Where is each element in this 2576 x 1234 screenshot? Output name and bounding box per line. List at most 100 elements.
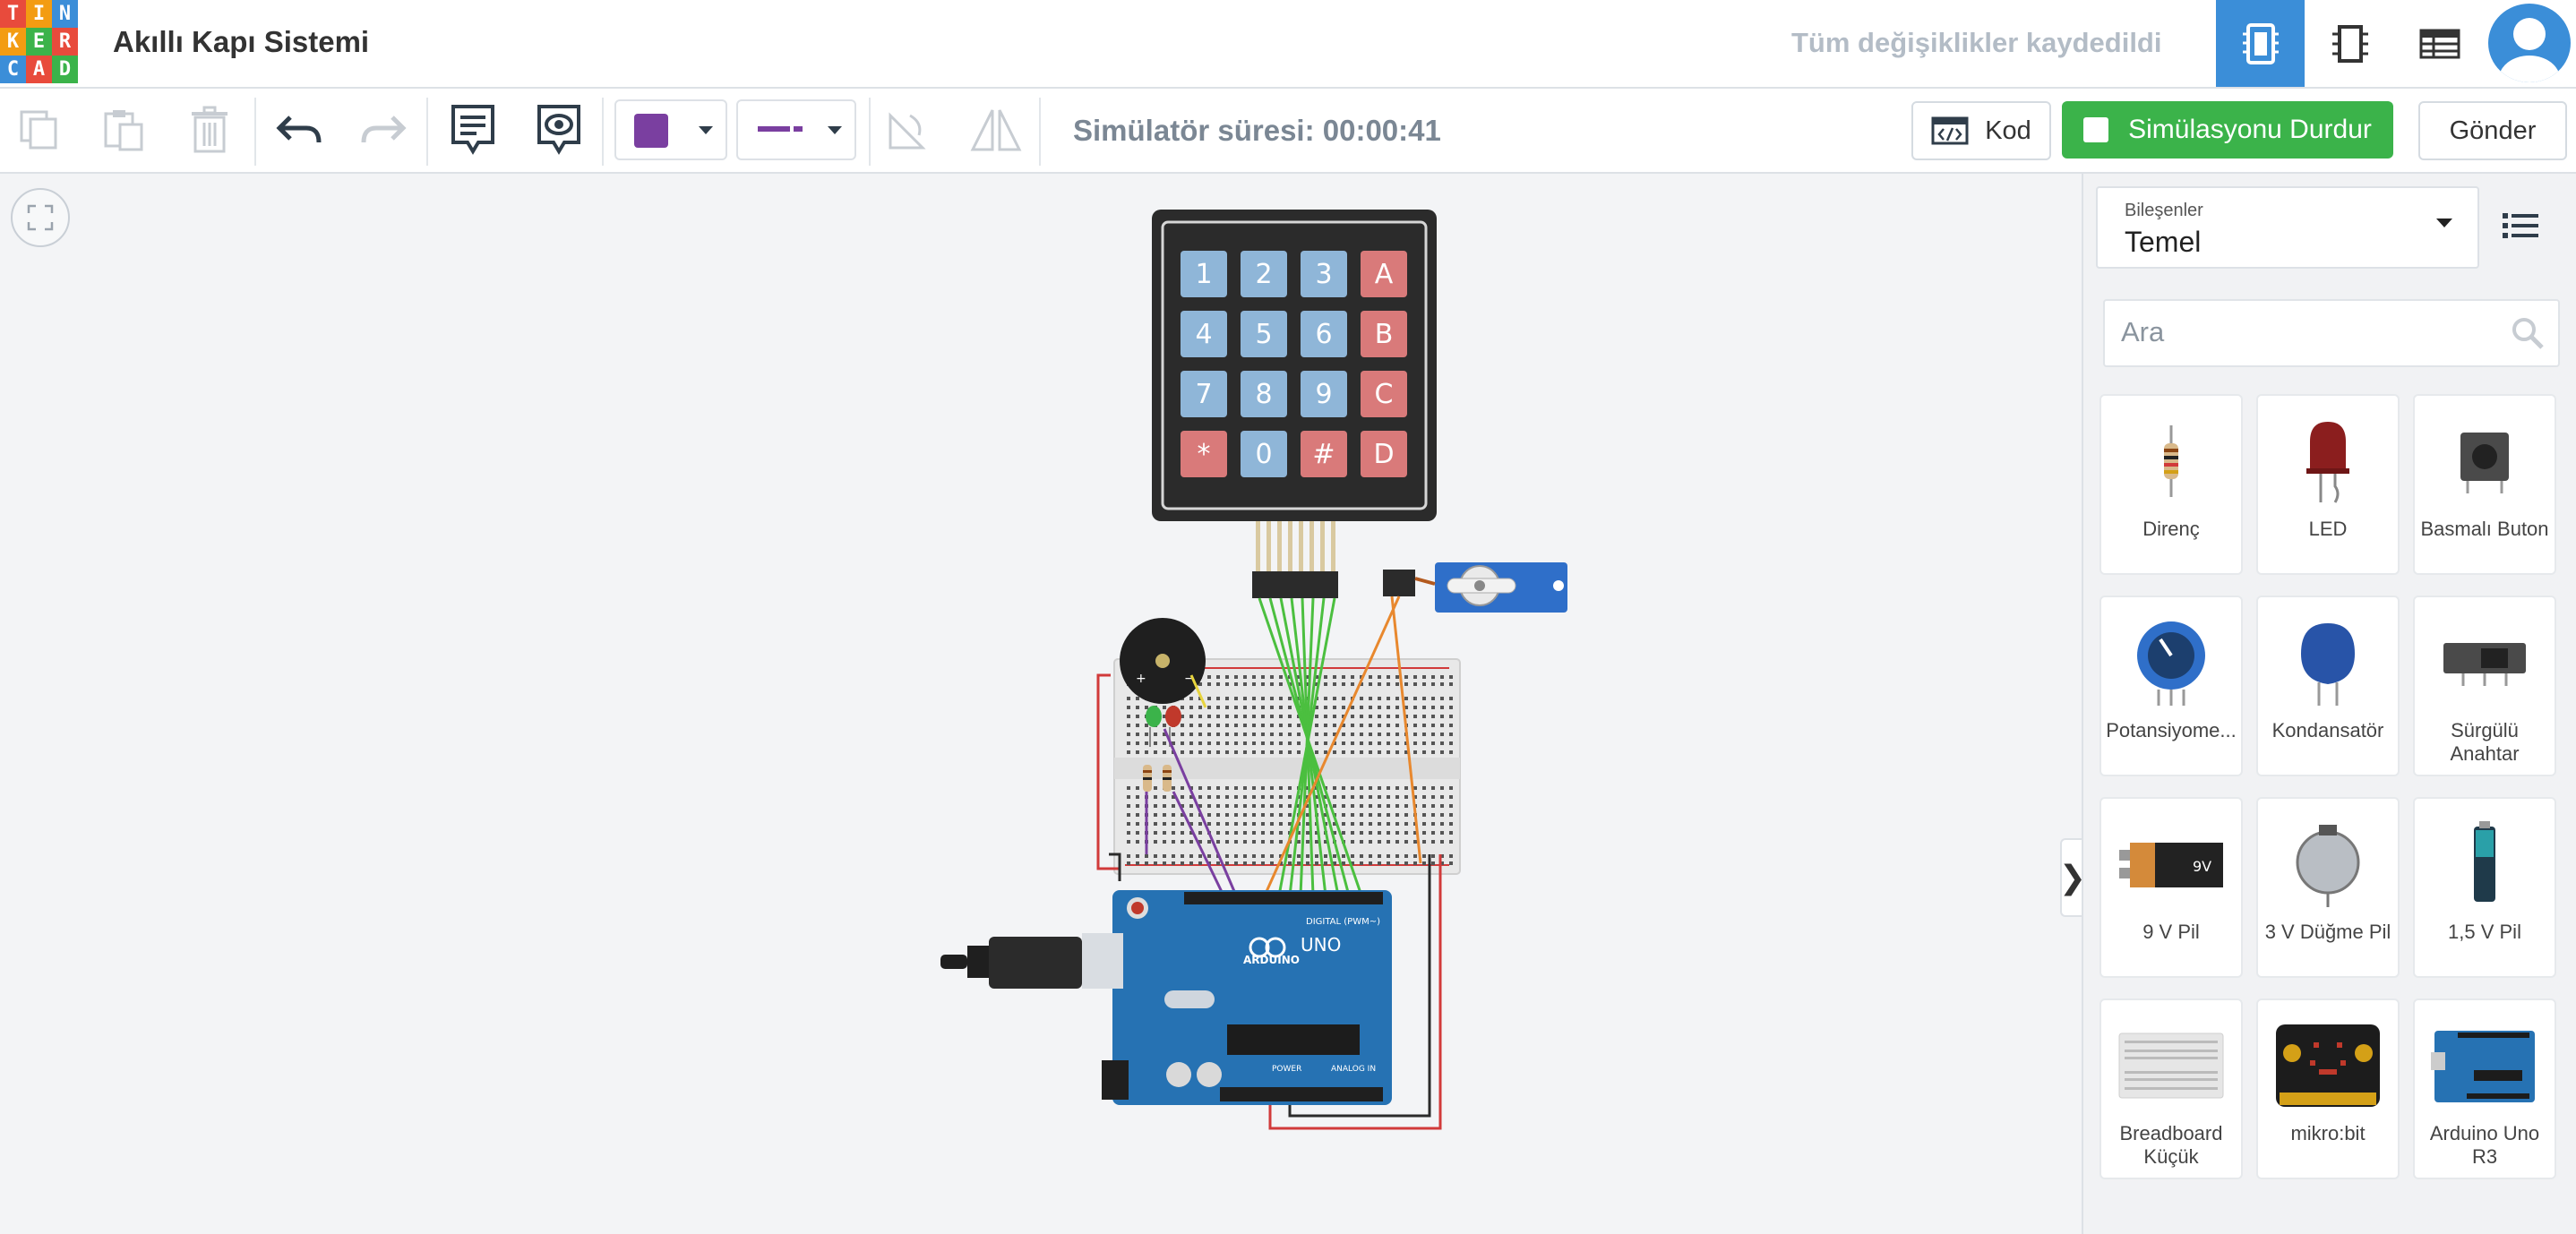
logo-letter: R (52, 28, 78, 56)
undo-icon (276, 116, 322, 143)
circuit-canvas[interactable]: 1 2 3 A 4 5 6 B 7 8 9 C * 0 # D + − ARDU… (0, 174, 2086, 1234)
keypad-4x4[interactable]: 1 2 3 A 4 5 6 B 7 8 9 C * 0 # D (1152, 210, 1437, 598)
search-icon (2512, 318, 2544, 349)
keypad-key[interactable]: 4 (1181, 311, 1227, 357)
logo-letter: C (0, 56, 26, 83)
logo-letter: A (26, 56, 52, 83)
wire-type-icon (758, 126, 790, 132)
code-button[interactable]: Kod (1911, 101, 2051, 160)
keypad-key[interactable]: 0 (1241, 431, 1287, 477)
logo-letter: N (52, 0, 78, 28)
keypad-key[interactable]: # (1301, 431, 1347, 477)
component-card[interactable]: Sürgülü Anahtar (2413, 596, 2556, 776)
keypad-key[interactable]: 7 (1181, 371, 1227, 417)
coin-cell-icon (2258, 815, 2398, 913)
redo-button[interactable] (356, 103, 410, 157)
paste-button[interactable] (97, 103, 150, 157)
component-card[interactable]: Breadboard Küçük (2099, 998, 2243, 1179)
keypad-key-label: 9 (1315, 379, 1332, 410)
trash-icon (192, 106, 228, 153)
keypad-key[interactable]: 1 (1181, 251, 1227, 297)
keypad-key-label: 0 (1255, 439, 1272, 470)
components-dropdown[interactable]: Bileşenler Temel (2096, 186, 2479, 269)
keypad-key[interactable]: A (1361, 251, 1407, 297)
user-avatar[interactable] (2488, 4, 2571, 82)
servo-motor[interactable] (1383, 562, 1567, 613)
piezo-buzzer[interactable]: + − (1120, 618, 1206, 704)
keypad-key[interactable]: * (1181, 431, 1227, 477)
component-name: Sürgülü Anahtar (2450, 719, 2520, 765)
keypad-key-label: B (1375, 319, 1394, 350)
keypad-key[interactable]: 5 (1241, 311, 1287, 357)
keypad-key-label: 6 (1315, 319, 1332, 350)
arduino-uno[interactable]: ARDUINO UNO DIGITAL (PWM~) POWER ANALOG … (1102, 890, 1392, 1105)
component-card[interactable]: Direnç (2099, 394, 2243, 575)
flip-button[interactable] (969, 103, 1023, 157)
eye-icon (537, 105, 580, 155)
component-card[interactable]: LED (2256, 394, 2400, 575)
led-icon (2258, 412, 2398, 510)
breadboard-icon (2101, 1016, 2241, 1115)
component-card[interactable]: 3 V Düğme Pil (2256, 797, 2400, 978)
keypad-key[interactable]: B (1361, 311, 1407, 357)
arduino-digital-label: DIGITAL (PWM~) (1306, 917, 1380, 927)
chevron-down-icon (828, 126, 842, 134)
keypad-key-label: 7 (1195, 379, 1212, 410)
keypad-key[interactable]: D (1361, 431, 1407, 477)
component-card[interactable]: Potansiyome... (2099, 596, 2243, 776)
toggle-notes-visibility-button[interactable] (532, 103, 586, 157)
keypad-key-label: D (1373, 439, 1394, 470)
panel-collapse-button[interactable]: ❯ (2059, 838, 2086, 917)
schematic-view-button[interactable] (2306, 0, 2394, 87)
component-card[interactable]: Arduino Uno R3 (2413, 998, 2556, 1179)
component-list-view-button[interactable] (2395, 0, 2484, 87)
notes-button[interactable] (446, 103, 500, 157)
delete-button[interactable] (183, 103, 236, 157)
rotate-button[interactable] (880, 103, 933, 157)
component-name: Potansiyome... (2106, 719, 2237, 741)
search-input[interactable] (2119, 312, 2499, 353)
logo-letter: T (0, 0, 26, 28)
tinkercad-logo[interactable]: TINKERCAD (0, 0, 79, 83)
project-title[interactable]: Akıllı Kapı Sistemi (113, 25, 369, 59)
chevron-down-icon (699, 126, 713, 134)
keypad-key[interactable]: 2 (1241, 251, 1287, 297)
wire-color-swatch (634, 114, 668, 148)
undo-button[interactable] (272, 103, 326, 157)
rotate-icon (889, 112, 926, 150)
stop-simulation-label: Simülasyonu Durdur (2128, 115, 2372, 144)
user-icon (2499, 18, 2560, 82)
keypad-key[interactable]: 9 (1301, 371, 1347, 417)
copy-button[interactable] (13, 103, 66, 157)
keypad-key[interactable]: C (1361, 371, 1407, 417)
component-name: Basmalı Buton (2420, 518, 2549, 540)
stop-simulation-button[interactable]: Simülasyonu Durdur (2062, 101, 2393, 159)
battery-aa-icon (2415, 815, 2555, 913)
keypad-key[interactable]: 3 (1301, 251, 1347, 297)
app-header: TINKERCAD Akıllı Kapı Sistemi Tüm değişi… (0, 0, 2576, 89)
component-card[interactable]: 1,5 V Pil (2413, 797, 2556, 978)
component-search[interactable] (2103, 299, 2560, 367)
logo-letter: D (52, 56, 78, 83)
circuit-view-button[interactable] (2216, 0, 2305, 87)
logo-letter: E (26, 28, 52, 56)
flip-icon (970, 109, 1022, 151)
wire-type-dot (794, 126, 803, 132)
list-view-button[interactable] (2503, 211, 2546, 247)
arduino-icon (2415, 1016, 2555, 1115)
keypad-key[interactable]: 8 (1241, 371, 1287, 417)
battery-9v-icon: 9V (2101, 815, 2241, 913)
component-name: Direnç (2142, 518, 2200, 540)
logo-letter: I (26, 0, 52, 28)
simulator-time: Simülatör süresi: 00:00:41 (1073, 114, 1441, 147)
wire-color-dropdown[interactable] (614, 99, 727, 160)
keypad-key[interactable]: 6 (1301, 311, 1347, 357)
component-card[interactable]: mikro:bit (2256, 998, 2400, 1179)
component-card[interactable]: Kondansatör (2256, 596, 2400, 776)
wire-type-dropdown[interactable] (736, 99, 856, 160)
component-card[interactable]: 9V 9 V Pil (2099, 797, 2243, 978)
pushbutton-icon (2415, 412, 2555, 510)
component-card[interactable]: Basmalı Buton (2413, 394, 2556, 575)
send-button[interactable]: Gönder (2418, 101, 2567, 160)
logo-letter: K (0, 28, 26, 56)
